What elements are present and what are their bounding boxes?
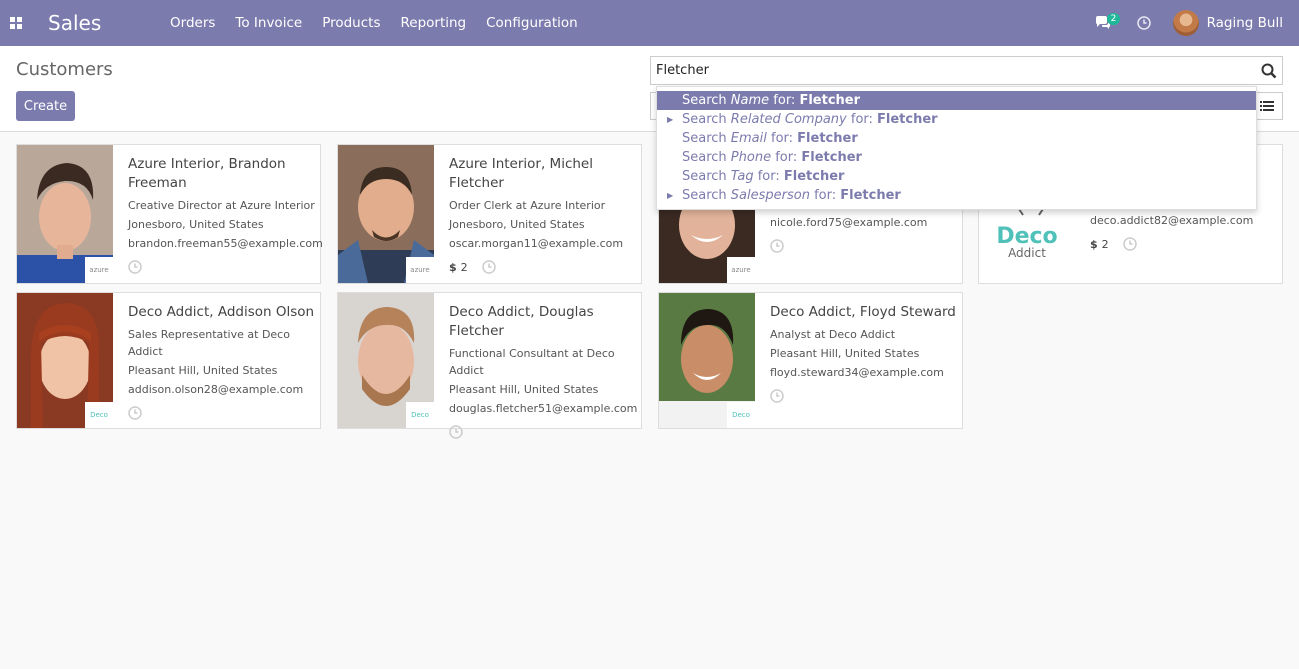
contact-name: Azure Interior, Brandon Freeman bbox=[128, 156, 286, 191]
contact-email: brandon.freeman55@example.com bbox=[128, 237, 323, 250]
list-icon bbox=[1259, 101, 1274, 111]
activity-clock-icon[interactable] bbox=[481, 260, 496, 274]
search-icon[interactable] bbox=[1260, 62, 1278, 80]
chat-badge: 2 bbox=[1106, 13, 1121, 25]
menu-reporting[interactable]: Reporting bbox=[390, 15, 476, 31]
contact-job: Analyst at Deco Addict bbox=[770, 328, 896, 341]
contact-location: Pleasant Hill, United States bbox=[449, 383, 599, 396]
contact-name: Deco Addict, Floyd Steward bbox=[770, 304, 956, 320]
company-logo-azure: azure bbox=[727, 257, 755, 283]
contact-job: Functional Consultant at Deco Addict bbox=[449, 347, 615, 377]
contact-name: Deco Addict, Douglas Fletcher bbox=[449, 304, 594, 339]
customer-card[interactable]: azure Azure Interior, Michel Fletcher Or… bbox=[337, 144, 642, 284]
contact-email: floyd.steward34@example.com bbox=[770, 366, 944, 379]
contact-location: Jonesboro, United States bbox=[128, 218, 264, 231]
menu-to-invoice[interactable]: To Invoice bbox=[225, 15, 312, 31]
clock-icon bbox=[1136, 16, 1151, 30]
contact-name: Azure Interior, Michel Fletcher bbox=[449, 156, 593, 191]
user-name[interactable]: Raging Bull bbox=[1207, 15, 1283, 31]
company-logo-azure: azure bbox=[85, 257, 113, 283]
contact-email: douglas.fletcher51@example.com bbox=[449, 402, 638, 415]
menu-orders[interactable]: Orders bbox=[160, 15, 225, 31]
search-box[interactable]: Fletcher bbox=[650, 56, 1283, 85]
main-menu: Orders To Invoice Products Reporting Con… bbox=[160, 15, 588, 31]
contact-job: Order Clerk at Azure Interior bbox=[449, 199, 606, 212]
contact-email: deco.addict82@example.com bbox=[1090, 214, 1254, 227]
autocomplete-item-related-company[interactable]: ▶ Search Related Company for: Fletcher bbox=[657, 110, 1256, 129]
contact-location: Pleasant Hill, United States bbox=[128, 364, 278, 377]
customer-card[interactable]: Deco Deco Addict, Douglas Fletcher Funct… bbox=[337, 292, 642, 439]
messaging-button[interactable]: 2 bbox=[1095, 13, 1121, 33]
company-logo-azure: azure bbox=[406, 257, 434, 283]
autocomplete-item-email[interactable]: Search Email for: Fletcher bbox=[657, 129, 1256, 148]
top-navbar: Sales Orders To Invoice Products Reporti… bbox=[0, 0, 1299, 46]
apps-menu-button[interactable] bbox=[0, 0, 32, 46]
contact-job: Sales Representative at Deco Addict bbox=[128, 328, 290, 358]
customer-card[interactable]: Deco Deco Addict, Floyd Steward Analyst … bbox=[658, 292, 963, 429]
company-logo-deco: Deco bbox=[727, 402, 755, 428]
autocomplete-item-tag[interactable]: Search Tag for: Fletcher bbox=[657, 167, 1256, 186]
contact-name: Deco Addict, Addison Olson bbox=[128, 304, 315, 320]
customer-card[interactable]: Deco Deco Addict, Addison Olson Sales Re… bbox=[16, 292, 321, 429]
activity-button[interactable] bbox=[1136, 15, 1153, 31]
app-name: Sales bbox=[48, 11, 102, 35]
dollar-icon: $ bbox=[1090, 237, 1098, 251]
sales-count[interactable]: $2 bbox=[449, 261, 468, 274]
sales-count[interactable]: $2 bbox=[1090, 238, 1109, 251]
search-autocomplete: Search Name for: Fletcher ▶ Search Relat… bbox=[656, 86, 1257, 210]
customer-card[interactable]: azure Azure Interior, Brandon Freeman Cr… bbox=[16, 144, 323, 284]
navbar-right: 2 Raging Bull bbox=[1095, 0, 1283, 46]
activity-clock-icon[interactable] bbox=[770, 239, 784, 253]
create-button[interactable]: Create bbox=[16, 91, 75, 121]
contact-job: Creative Director at Azure Interior bbox=[128, 199, 315, 212]
company-logo-deco: Deco bbox=[85, 402, 113, 428]
autocomplete-item-phone[interactable]: Search Phone for: Fletcher bbox=[657, 148, 1256, 167]
activity-clock-icon[interactable] bbox=[770, 389, 784, 403]
menu-products[interactable]: Products bbox=[312, 15, 390, 31]
activity-clock-icon[interactable] bbox=[128, 260, 142, 274]
company-logo-deco: Deco bbox=[406, 402, 434, 428]
contact-location: Jonesboro, United States bbox=[449, 218, 585, 231]
activity-clock-icon[interactable] bbox=[1122, 237, 1137, 251]
user-avatar[interactable] bbox=[1172, 10, 1199, 36]
contact-location: Pleasant Hill, United States bbox=[770, 347, 920, 360]
caret-right-icon[interactable]: ▶ bbox=[667, 186, 673, 205]
autocomplete-item-name[interactable]: Search Name for: Fletcher bbox=[657, 91, 1256, 110]
activity-clock-icon[interactable] bbox=[449, 425, 463, 439]
contact-email: nicole.ford75@example.com bbox=[770, 216, 928, 229]
contact-email: oscar.morgan11@example.com bbox=[449, 237, 624, 250]
activity-clock-icon[interactable] bbox=[128, 406, 142, 420]
search-input[interactable]: Fletcher bbox=[656, 63, 709, 78]
caret-right-icon[interactable]: ▶ bbox=[667, 110, 673, 129]
dollar-icon: $ bbox=[449, 260, 457, 274]
deco-logo-subtext: Addict bbox=[1008, 246, 1046, 260]
grid-icon bbox=[10, 17, 22, 29]
page-title: Customers bbox=[16, 59, 113, 80]
menu-configuration[interactable]: Configuration bbox=[476, 15, 588, 31]
autocomplete-item-salesperson[interactable]: ▶ Search Salesperson for: Fletcher bbox=[657, 186, 1256, 205]
contact-email: addison.olson28@example.com bbox=[128, 383, 304, 396]
